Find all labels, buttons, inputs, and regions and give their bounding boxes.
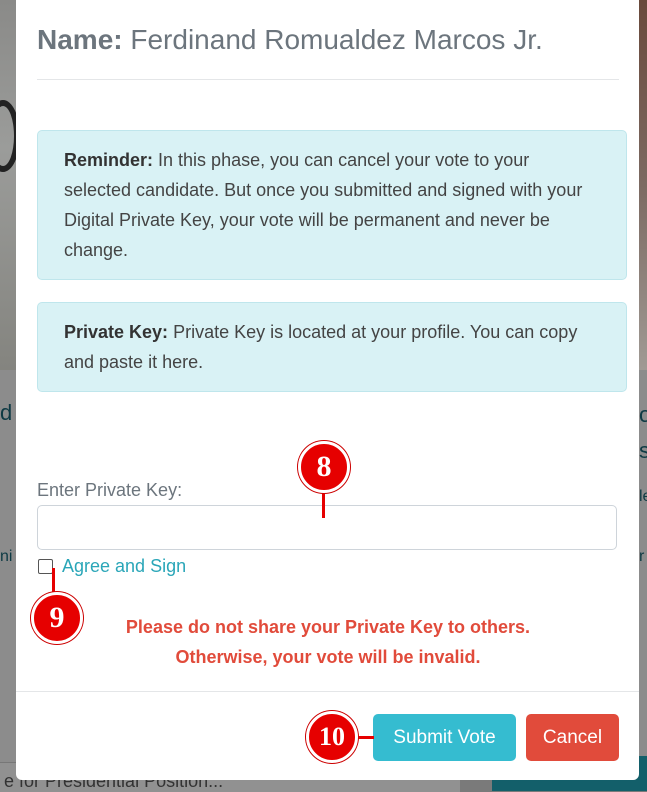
private-key-alert: Private Key: Private Key is located at y…	[37, 302, 627, 392]
warning-line-1: Please do not share your Private Key to …	[125, 617, 531, 637]
background-text: o	[639, 402, 647, 427]
background-right-panel: o s le r	[639, 0, 647, 791]
candidate-photo	[0, 0, 20, 370]
background-text: d	[0, 400, 13, 425]
footer-divider	[16, 691, 639, 692]
name-label: Name:	[37, 24, 123, 55]
candidate-name-heading: Name: Ferdinand Romualdez Marcos Jr.	[37, 24, 543, 56]
candidate-name: Ferdinand Romualdez Marcos Jr.	[130, 24, 543, 55]
background-text: ni	[0, 548, 13, 565]
marker-9: 9	[31, 592, 83, 644]
background-left-panel: d ni	[0, 0, 20, 791]
reminder-label: Reminder:	[64, 150, 154, 170]
marker-10: 10	[306, 711, 358, 763]
candidate-photo	[639, 0, 647, 370]
vote-modal: Name: Ferdinand Romualdez Marcos Jr. Rem…	[16, 0, 639, 780]
submit-vote-button[interactable]: Submit Vote	[373, 714, 516, 761]
agree-and-sign-label[interactable]: Agree and Sign	[62, 556, 186, 577]
warning-line-2: Otherwise, your vote will be invalid.	[175, 647, 481, 667]
background-text: s	[639, 438, 647, 463]
private-key-info-label: Private Key:	[64, 322, 169, 342]
background-text: le	[639, 488, 647, 505]
divider	[37, 79, 619, 80]
cancel-button[interactable]: Cancel	[526, 714, 619, 761]
private-key-label: Enter Private Key:	[37, 480, 183, 500]
reminder-alert: Reminder: In this phase, you can cancel …	[37, 130, 627, 280]
marker-8: 8	[298, 441, 350, 493]
agree-checkbox[interactable]	[38, 559, 53, 574]
background-text: r	[639, 548, 645, 565]
private-key-input[interactable]	[37, 505, 617, 550]
